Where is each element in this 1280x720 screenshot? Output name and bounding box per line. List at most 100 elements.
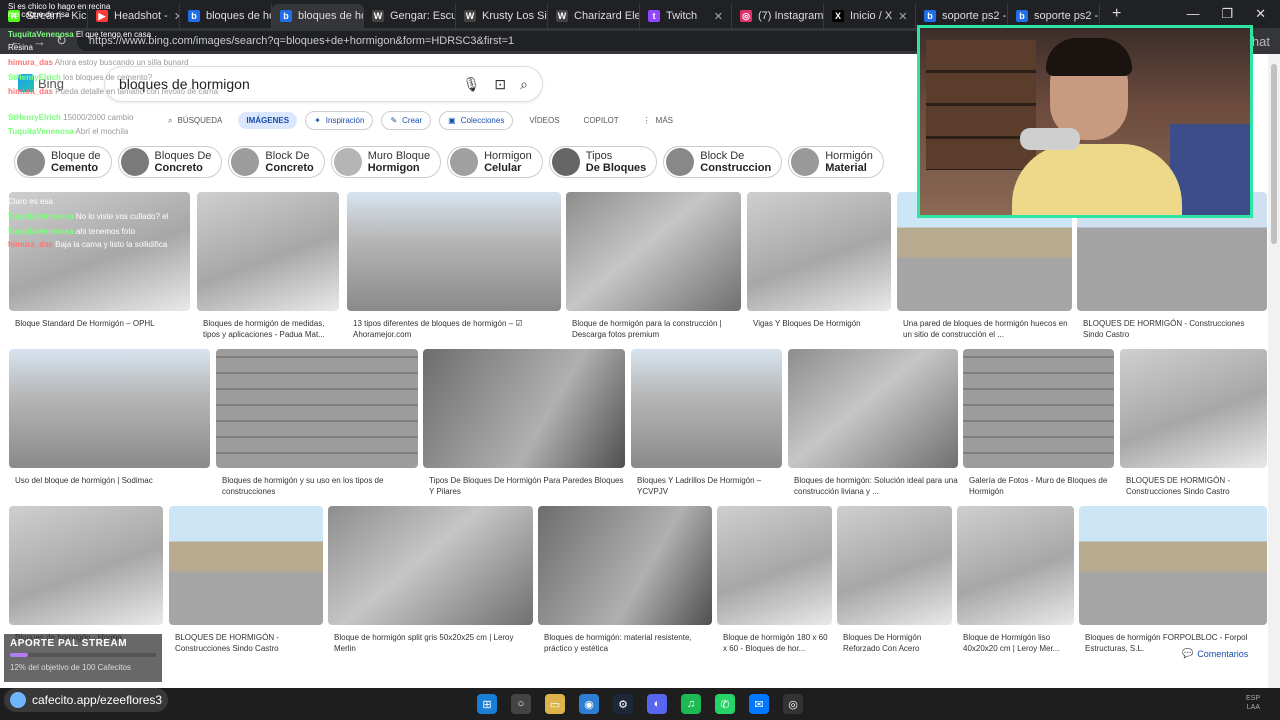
- tab-3[interactable]: bbloques de ho✕: [272, 4, 364, 28]
- result-thumbnail[interactable]: [717, 506, 832, 625]
- result-thumbnail[interactable]: [837, 506, 952, 625]
- microphone-icon[interactable]: 🎙: [463, 76, 481, 93]
- scope-2[interactable]: ✦ Inspiración: [305, 111, 374, 130]
- result-thumbnail[interactable]: [1079, 506, 1267, 625]
- messenger-icon[interactable]: ✉: [749, 694, 769, 714]
- close-window-icon[interactable]: ✕: [1255, 6, 1266, 22]
- result-caption[interactable]: Galería de Fotos - Muro de Bloques de Ho…: [963, 475, 1114, 497]
- maximize-icon[interactable]: ❐: [1221, 6, 1233, 22]
- scope-7[interactable]: ⋮ MÁS: [635, 112, 681, 129]
- result-thumbnail[interactable]: [9, 506, 163, 625]
- result-thumbnail[interactable]: [423, 349, 625, 468]
- result-thumbnail[interactable]: [9, 349, 210, 468]
- result-caption[interactable]: Bloques Y Ladrillos De Hormigón – YCVPJV: [631, 475, 782, 497]
- result-thumbnail[interactable]: [328, 506, 533, 625]
- keyboard-language[interactable]: ESP: [1246, 694, 1260, 703]
- image-result[interactable]: Uso del bloque de hormigón | Sodimac: [9, 349, 210, 486]
- tab-9[interactable]: X Inicio / X ✕: [824, 4, 916, 28]
- tab-6[interactable]: WCharizard Elem✕: [548, 4, 640, 28]
- scope-4[interactable]: ▣ Colecciones: [439, 111, 514, 130]
- obs-icon[interactable]: ◎: [783, 694, 803, 714]
- related-chip-5[interactable]: Tipos De Bloques: [548, 146, 658, 178]
- result-caption[interactable]: Bloques de hormigón de medidas, tipos y …: [197, 318, 339, 340]
- result-caption[interactable]: Bloque de hormigón 180 x 60 x 60 - Bloqu…: [717, 632, 832, 654]
- result-thumbnail[interactable]: [169, 506, 323, 625]
- result-thumbnail[interactable]: [197, 192, 339, 311]
- image-result[interactable]: Bloques de hormigón - Hormo: [9, 506, 163, 643]
- image-result[interactable]: Bloque de hormigón 180 x 60 x 60 - Bloqu…: [717, 506, 832, 654]
- scrollbar-thumb[interactable]: [1271, 64, 1277, 244]
- related-chip-1[interactable]: Bloques De Concreto: [117, 146, 223, 178]
- search-icon[interactable]: ○: [511, 694, 531, 714]
- result-caption[interactable]: Bloques de hormigón y su uso en los tipo…: [216, 475, 418, 497]
- related-chip-3[interactable]: Muro Bloque Hormigon: [330, 146, 442, 178]
- new-tab-button[interactable]: +: [1100, 5, 1133, 23]
- result-caption[interactable]: Vigas Y Bloques De Hormigón: [747, 318, 891, 329]
- result-caption[interactable]: BLOQUES DE HORMIGÓN - Construcciones Sin…: [169, 632, 323, 654]
- spotify-icon[interactable]: ♫: [681, 694, 701, 714]
- result-thumbnail[interactable]: [747, 192, 891, 311]
- image-result[interactable]: BLOQUES DE HORMIGÓN - Construcciones Sin…: [1120, 349, 1267, 497]
- comments-button[interactable]: 💬 Comentarios: [1182, 648, 1248, 659]
- tab-5[interactable]: WKrusty Los Simp✕: [456, 4, 548, 28]
- result-caption[interactable]: 13 tipos diferentes de bloques de hormig…: [347, 318, 561, 340]
- result-caption[interactable]: Bloques de hormigón: Solución ideal para…: [788, 475, 958, 497]
- result-thumbnail[interactable]: [1120, 349, 1267, 468]
- whatsapp-icon[interactable]: ✆: [715, 694, 735, 714]
- image-result[interactable]: Bloques Y Ladrillos De Hormigón – YCVPJV: [631, 349, 782, 497]
- file-explorer-icon[interactable]: ▭: [545, 694, 565, 714]
- result-caption[interactable]: BLOQUES DE HORMIGÓN - Construcciones Sin…: [1120, 475, 1267, 497]
- image-result[interactable]: Bloque de hormigón split gris 50x20x25 c…: [328, 506, 533, 654]
- image-result[interactable]: Galería de Fotos - Muro de Bloques de Ho…: [963, 349, 1114, 497]
- result-thumbnail[interactable]: [963, 349, 1114, 468]
- tab-2[interactable]: bbloques de hor✕: [180, 4, 272, 28]
- image-result[interactable]: Bloques de hormigón: Solución ideal para…: [788, 349, 958, 497]
- scope-1[interactable]: IMÁGENES: [238, 112, 298, 129]
- image-result[interactable]: Bloques de hormigón FORPOLBLOC - Forpol …: [1079, 506, 1267, 654]
- related-chip-4[interactable]: Hormigon Celular: [447, 146, 543, 178]
- image-result[interactable]: Bloques de hormigón de medidas, tipos y …: [197, 192, 339, 340]
- related-chip-2[interactable]: Block De Concreto: [228, 146, 325, 178]
- result-caption[interactable]: Bloque de hormigón split gris 50x20x25 c…: [328, 632, 533, 654]
- result-caption[interactable]: Bloques de hormigón: material resistente…: [538, 632, 712, 654]
- result-caption[interactable]: Tipos De Bloques De Hormigón Para Parede…: [423, 475, 625, 497]
- keyboard-region[interactable]: LAA: [1246, 703, 1260, 712]
- image-result[interactable]: Bloques De Hormigón Reforzado Con Acero: [837, 506, 952, 654]
- result-caption[interactable]: Bloque de Hormigón liso 40x20x20 cm | Le…: [957, 632, 1074, 654]
- minimize-icon[interactable]: —: [1186, 6, 1199, 22]
- image-result[interactable]: Bloques de hormigón y su uso en los tipo…: [216, 349, 418, 497]
- result-caption[interactable]: Uso del bloque de hormigón | Sodimac: [9, 475, 210, 486]
- visual-search-icon[interactable]: ⊡: [494, 76, 506, 93]
- tab-8[interactable]: ◎(7) Instagram✕: [732, 4, 824, 28]
- discord-icon[interactable]: ◐: [647, 694, 667, 714]
- result-thumbnail[interactable]: [9, 192, 190, 311]
- image-result[interactable]: Bloque de Hormigón liso 40x20x20 cm | Le…: [957, 506, 1074, 654]
- result-thumbnail[interactable]: [957, 506, 1074, 625]
- result-caption[interactable]: Bloques De Hormigón Reforzado Con Acero: [837, 632, 952, 654]
- image-result[interactable]: Tipos De Bloques De Hormigón Para Parede…: [423, 349, 625, 497]
- tab-7[interactable]: t Twitch ✕: [640, 4, 732, 28]
- page-scrollbar[interactable]: [1268, 54, 1280, 688]
- result-thumbnail[interactable]: [216, 349, 418, 468]
- search-icon[interactable]: ⌕: [520, 76, 528, 93]
- result-caption[interactable]: BLOQUES DE HORMIGÓN - Construcciones Sin…: [1077, 318, 1267, 340]
- scope-0[interactable]: ⌕ BÚSQUEDA: [160, 112, 230, 130]
- tab-close-icon[interactable]: ✕: [898, 10, 907, 23]
- result-caption[interactable]: Bloque de hormigón para la construcción …: [566, 318, 741, 340]
- image-result[interactable]: 13 tipos diferentes de bloques de hormig…: [347, 192, 561, 340]
- result-thumbnail[interactable]: [566, 192, 741, 311]
- tab-4[interactable]: WGengar: Escultu✕: [364, 4, 456, 28]
- result-thumbnail[interactable]: [788, 349, 958, 468]
- image-result[interactable]: Bloques de hormigón: material resistente…: [538, 506, 712, 654]
- result-thumbnail[interactable]: [347, 192, 561, 311]
- related-chip-0[interactable]: Bloque de Cemento: [14, 146, 112, 178]
- result-thumbnail[interactable]: [631, 349, 782, 468]
- scope-6[interactable]: COPILOT: [576, 112, 627, 129]
- related-chip-6[interactable]: Block De Construccion: [663, 146, 783, 178]
- related-chip-7[interactable]: Hormigón Material: [788, 146, 884, 178]
- image-result[interactable]: BLOQUES DE HORMIGÓN - Construcciones Sin…: [169, 506, 323, 654]
- image-result[interactable]: Vigas Y Bloques De Hormigón: [747, 192, 891, 329]
- steam-icon[interactable]: ⚙: [613, 694, 633, 714]
- browser-icon[interactable]: ◉: [579, 694, 599, 714]
- windows-icon[interactable]: ⊞: [477, 694, 497, 714]
